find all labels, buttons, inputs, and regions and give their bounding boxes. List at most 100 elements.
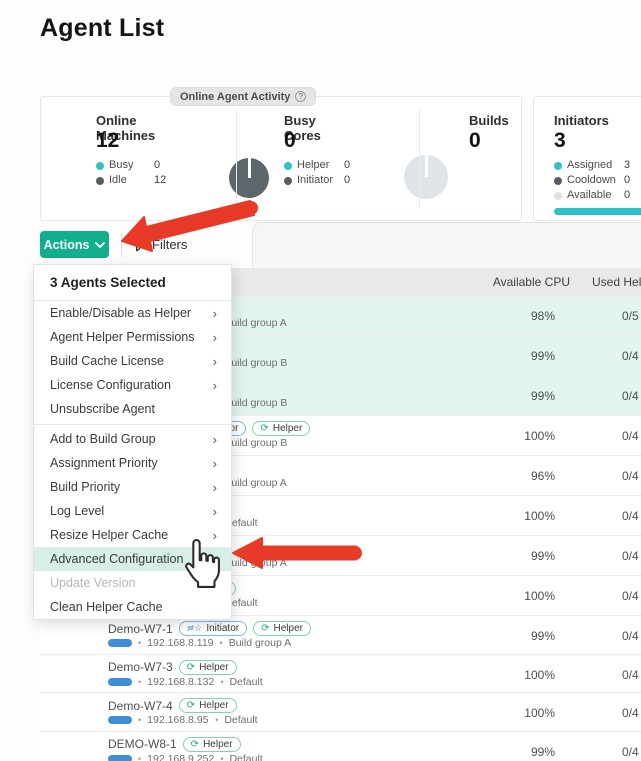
used-helpers-value: 0/4 (622, 706, 641, 720)
available-cpu-value: 100% (480, 668, 555, 682)
online-machines-legend: Busy0Idle12 (96, 159, 191, 189)
initiators-title: Initiators (554, 113, 609, 128)
page-title: Agent List (40, 14, 164, 43)
legend-label: Helper (297, 159, 329, 171)
badge-label: Helper (274, 623, 303, 634)
initiator-badge: ≓☆Initiator (179, 621, 247, 636)
menu-item-license-configuration[interactable]: License Configuration› (34, 373, 231, 397)
initiators-card: Initiators 3 Assigned3Cooldown0Available… (533, 96, 641, 221)
badge-label: Helper (199, 662, 228, 673)
actions-button-label: Actions (44, 238, 90, 252)
chevron-right-icon: › (213, 306, 217, 321)
available-cpu-value: 100% (480, 589, 555, 603)
legend-item: Assigned3 (554, 159, 641, 174)
menu-item-agent-helper-permissions[interactable]: Agent Helper Permissions › (34, 325, 231, 349)
helper-recycle-icon: ⟳ (191, 739, 199, 750)
table-row-demo-w7-4[interactable]: Demo-W7-4⟳Helper•192.168.8.95•Default100… (40, 693, 641, 732)
menu-item-enable-disable-as-helper[interactable]: Enable/Disable as Helper› (34, 301, 231, 325)
legend-label: Available (567, 189, 611, 201)
menu-item-label: Log Level (50, 504, 104, 518)
bullet-separator: • (215, 715, 218, 725)
online-agent-activity-card: Online Machines 12 Busy0Idle12 Busy Core… (40, 96, 522, 221)
legend-label: Cooldown (567, 174, 616, 186)
menu-item-clean-helper-cache[interactable]: Clean Helper Cache (34, 595, 231, 619)
column-header-available-cpu[interactable]: Available CPU (480, 275, 570, 289)
legend-label: Assigned (567, 159, 612, 171)
menu-divider (34, 424, 231, 425)
toolbar-divider (121, 233, 122, 257)
table-row-demo-w8-1[interactable]: DEMO-W8-1⟳Helper•192.168.9.252•Default99… (40, 732, 641, 761)
menu-item-update-version: Update Version (34, 571, 231, 595)
help-icon[interactable]: ? (295, 91, 306, 102)
available-cpu-value: 99% (480, 745, 555, 759)
cores-bar-icon (108, 639, 132, 647)
menu-header-agents-selected: 3 Agents Selected (34, 265, 231, 301)
legend-item: Helper0 (284, 159, 379, 174)
agent-detail-line: •192.168.9.252•Default (108, 753, 263, 761)
table-toolbar-strip (252, 222, 641, 268)
menu-item-assignment-priority[interactable]: Assignment Priority› (34, 451, 231, 475)
chevron-right-icon: › (213, 480, 217, 495)
menu-item-log-level[interactable]: Log Level› (34, 499, 231, 523)
filters-label: Filters (152, 237, 187, 252)
agent-detail-line: •192.168.8.95•Default (108, 714, 258, 726)
used-helpers-value: 0/5 (622, 309, 641, 323)
used-helpers-value: 0/4 (622, 629, 641, 643)
menu-item-build-priority[interactable]: Build Priority › (34, 475, 231, 499)
helper-recycle-icon: ⟳ (261, 623, 269, 634)
menu-item-label: Assignment Priority (50, 456, 158, 470)
agent-build-group: Build group A (224, 477, 286, 489)
used-helpers-value: 0/4 (622, 668, 641, 682)
online-machines-value: 12 (96, 129, 119, 153)
available-cpu-value: 98% (480, 309, 555, 323)
helper-badge: ⟳Helper (179, 660, 237, 675)
bullet-separator: • (220, 677, 223, 687)
used-helpers-value: 0/4 (622, 469, 641, 483)
agent-ip: 192.168.8.132 (147, 676, 214, 688)
helper-recycle-icon: ⟳ (187, 700, 195, 711)
menu-item-build-cache-license[interactable]: Build Cache License› (34, 349, 231, 373)
filters-button[interactable]: Filters (131, 237, 187, 252)
agent-ip: 192.168.9.252 (147, 753, 214, 761)
menu-item-label: Resize Helper Cache (50, 528, 168, 542)
busy-cores-donut-chart (404, 155, 448, 199)
legend-label: Busy (109, 159, 133, 171)
initiators-value: 3 (554, 129, 566, 153)
menu-item-advanced-configuration[interactable]: Advanced Configuration (34, 547, 231, 571)
menu-item-label: Agent Helper Permissions (50, 330, 195, 344)
agent-build-group: Default (229, 676, 262, 688)
used-helpers-value: 0/4 (622, 429, 641, 443)
menu-item-label: Build Priority (50, 480, 120, 494)
bullet-separator: • (138, 754, 141, 761)
table-row-demo-w7-1[interactable]: Demo-W7-1≓☆Initiator⟳Helper•192.168.8.11… (40, 616, 641, 655)
bullet-separator: • (138, 638, 141, 648)
agent-build-group: Build group A (224, 317, 286, 329)
dark-dot-icon (284, 177, 292, 185)
menu-item-resize-helper-cache[interactable]: Resize Helper Cache› (34, 523, 231, 547)
chevron-right-icon: › (213, 330, 217, 345)
menu-item-add-to-build-group[interactable]: Add to Build Group› (34, 427, 231, 451)
agent-ip: 192.168.8.95 (147, 714, 209, 726)
online-agent-activity-tab[interactable]: Online Agent Activity ? (170, 87, 316, 106)
chevron-right-icon: › (213, 378, 217, 393)
teal-dot-icon (554, 162, 562, 170)
actions-button[interactable]: Actions (40, 231, 109, 258)
initiator-star-icon: ≓☆ (187, 623, 203, 634)
badge-label: Initiator (206, 623, 239, 634)
bullet-separator: • (138, 677, 141, 687)
helper-badge: ⟳Helper (183, 737, 241, 752)
helper-badge: ⟳Helper (252, 421, 310, 436)
column-header-used-helpers[interactable]: Used Help (592, 275, 641, 289)
available-cpu-value: 99% (480, 349, 555, 363)
legend-value: 0 (624, 189, 630, 201)
agent-name: Demo-W7-3 (108, 660, 173, 674)
helper-badge: ⟳ Helper (253, 621, 311, 636)
legend-item: Idle12 (96, 174, 191, 189)
table-row-demo-w7-3[interactable]: Demo-W7-3 ⟳Helper • 192.168.8.132 • Default 10… (40, 655, 641, 694)
agent-build-group: Default (229, 753, 262, 761)
menu-item-unsubscribe-agent[interactable]: Unsubscribe Agent (34, 397, 231, 421)
cores-bar-icon (108, 678, 132, 686)
agent-list-page: Agent List Online Machines 12 Busy0Idle1… (0, 0, 641, 761)
legend-item: Cooldown0 (554, 174, 641, 189)
available-cpu-value: 99% (480, 549, 555, 563)
